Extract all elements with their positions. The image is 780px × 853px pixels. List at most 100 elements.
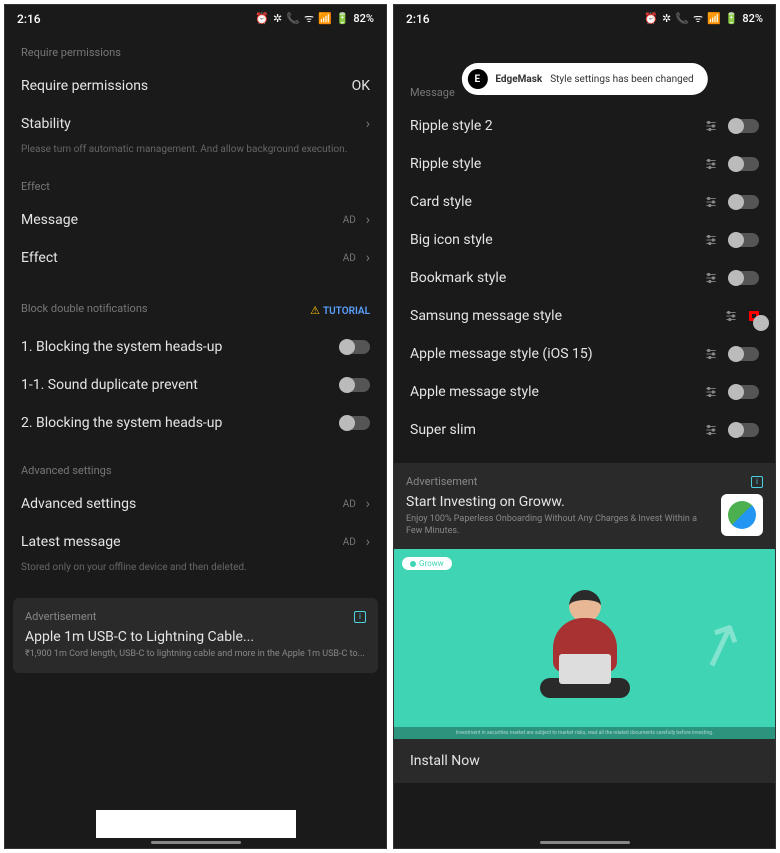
sliders-icon[interactable] bbox=[703, 270, 719, 286]
row-label: Advanced settings bbox=[21, 496, 136, 512]
install-button[interactable]: Install Now bbox=[394, 739, 775, 783]
signal-icon: 📶 bbox=[318, 12, 332, 25]
row-message[interactable]: Message AD › bbox=[5, 201, 386, 239]
ad-label: Advertisement bbox=[406, 475, 477, 488]
row-stability[interactable]: Stability › bbox=[5, 105, 386, 143]
bottom-white-bar bbox=[96, 810, 296, 838]
ad-disclaimer: Investment in securities market are subj… bbox=[394, 727, 775, 739]
section-permissions-label: Require permissions bbox=[5, 32, 386, 67]
style-row[interactable]: Apple message style (iOS 15) bbox=[394, 335, 775, 373]
ad-badge: AD bbox=[343, 253, 356, 264]
toggle[interactable] bbox=[729, 195, 759, 209]
row-label: 2. Blocking the system heads-up bbox=[21, 415, 222, 431]
sliders-icon[interactable] bbox=[703, 118, 719, 134]
style-row[interactable]: Super slim bbox=[394, 411, 775, 449]
toggle[interactable] bbox=[340, 378, 370, 392]
style-label: Super slim bbox=[410, 422, 476, 438]
style-label: Apple message style bbox=[410, 384, 539, 400]
ad-badge: AD bbox=[343, 537, 356, 548]
status-bar: 2:16 ⏰ ✲ 📞 ᯤ 📶 🔋 82% bbox=[5, 5, 386, 32]
sliders-icon[interactable] bbox=[703, 232, 719, 248]
row-effect[interactable]: Effect AD › bbox=[5, 239, 386, 277]
tutorial-link[interactable]: ⚠TUTORIAL bbox=[310, 299, 370, 318]
battery-pct: 82% bbox=[742, 12, 763, 25]
phone-right: 2:16 ⏰ ✲ 📞 ᯤ 📶 🔋 82% E EdgeMask Style se… bbox=[393, 4, 776, 849]
row-require-permissions[interactable]: Require permissions OK bbox=[5, 67, 386, 105]
row-label: Latest message bbox=[21, 534, 121, 550]
ad-app-icon bbox=[721, 494, 763, 536]
sliders-icon[interactable] bbox=[703, 346, 719, 362]
chevron-right-icon: › bbox=[366, 496, 370, 512]
style-row[interactable]: Ripple style 2 bbox=[394, 107, 775, 145]
style-label: Ripple style bbox=[410, 156, 481, 172]
row-block-2[interactable]: 2. Blocking the system heads-up bbox=[5, 404, 386, 442]
nav-handle[interactable] bbox=[540, 841, 630, 844]
sliders-icon[interactable] bbox=[723, 308, 739, 324]
row-latest-message[interactable]: Latest message AD › bbox=[5, 523, 386, 561]
phone-left: 2:16 ⏰ ✲ 📞 ᯤ 📶 🔋 82% Require permissions… bbox=[4, 4, 387, 849]
ad-title: Start Investing on Groww. bbox=[406, 494, 763, 510]
call-icon: 📞 bbox=[675, 12, 689, 25]
chevron-right-icon: › bbox=[366, 212, 370, 228]
toast: E EdgeMask Style settings has been chang… bbox=[461, 63, 707, 95]
hero-badge: Groww bbox=[402, 557, 452, 570]
ad-header: Advertisement i bbox=[25, 610, 366, 623]
status-bar: 2:16 ⏰ ✲ 📞 ᯤ 📶 🔋 82% bbox=[394, 5, 775, 32]
row-label: 1-1. Sound duplicate prevent bbox=[21, 377, 198, 393]
wifi-icon: ᯤ bbox=[304, 11, 314, 26]
row-block-1-1[interactable]: 1-1. Sound duplicate prevent bbox=[5, 366, 386, 404]
nav-handle[interactable] bbox=[151, 841, 241, 844]
toggle[interactable] bbox=[729, 271, 759, 285]
toggle[interactable] bbox=[729, 157, 759, 171]
toggle[interactable] bbox=[729, 385, 759, 399]
row-block-1[interactable]: 1. Blocking the system heads-up bbox=[5, 328, 386, 366]
toggle[interactable] bbox=[729, 119, 759, 133]
style-label: Big icon style bbox=[410, 232, 493, 248]
row-label: Effect bbox=[21, 250, 58, 266]
alarm-icon: ⏰ bbox=[255, 12, 269, 25]
call-icon: 📞 bbox=[286, 12, 300, 25]
ad-subtitle: ₹1,900 1m Cord length, USB-C to lightnin… bbox=[25, 649, 366, 661]
ok-value: OK bbox=[352, 78, 370, 94]
style-row[interactable]: Card style bbox=[394, 183, 775, 221]
toggle[interactable] bbox=[729, 233, 759, 247]
ad-badge: AD bbox=[343, 499, 356, 510]
status-time: 2:16 bbox=[406, 12, 430, 26]
status-icons: ⏰ ✲ 📞 ᯤ 📶 🔋 82% bbox=[644, 11, 763, 26]
section-effect-label: Effect bbox=[5, 166, 386, 201]
style-row[interactable]: Apple message style bbox=[394, 373, 775, 411]
arrow-icon: ↗ bbox=[684, 602, 756, 686]
ad-card[interactable]: Advertisement i Apple 1m USB-C to Lightn… bbox=[13, 598, 378, 673]
highlight-box bbox=[749, 311, 759, 321]
chevron-right-icon: › bbox=[366, 534, 370, 550]
bluetooth-icon: ✲ bbox=[662, 12, 671, 25]
ad-info-icon[interactable]: i bbox=[354, 611, 366, 623]
style-row[interactable]: Ripple style bbox=[394, 145, 775, 183]
battery-icon: 🔋 bbox=[725, 12, 739, 25]
section-advanced-label: Advanced settings bbox=[5, 442, 386, 485]
sliders-icon[interactable] bbox=[703, 194, 719, 210]
ad-card[interactable]: Advertisement i Start Investing on Groww… bbox=[394, 463, 775, 549]
chevron-right-icon: › bbox=[366, 116, 370, 132]
styles-content: Message Ripple style 2Ripple styleCard s… bbox=[394, 32, 775, 848]
toggle[interactable] bbox=[729, 423, 759, 437]
style-label: Card style bbox=[410, 194, 472, 210]
row-label: 1. Blocking the system heads-up bbox=[21, 339, 222, 355]
toggle[interactable] bbox=[729, 347, 759, 361]
style-row[interactable]: Big icon style bbox=[394, 221, 775, 259]
toast-app: EdgeMask bbox=[495, 74, 542, 85]
ad-info-icon[interactable]: i bbox=[751, 476, 763, 488]
sliders-icon[interactable] bbox=[703, 422, 719, 438]
toggle[interactable] bbox=[340, 416, 370, 430]
toast-message: Style settings has been changed bbox=[550, 74, 693, 85]
style-label: Apple message style (iOS 15) bbox=[410, 346, 593, 362]
latest-note: Stored only on your offline device and t… bbox=[5, 561, 386, 584]
toast-badge: E bbox=[467, 69, 487, 89]
style-row[interactable]: Bookmark style bbox=[394, 259, 775, 297]
toggle[interactable] bbox=[340, 340, 370, 354]
sliders-icon[interactable] bbox=[703, 384, 719, 400]
row-advanced-settings[interactable]: Advanced settings AD › bbox=[5, 485, 386, 523]
ad-hero[interactable]: Groww ↗ Investment in securities market … bbox=[394, 549, 775, 739]
sliders-icon[interactable] bbox=[703, 156, 719, 172]
style-row[interactable]: Samsung message style bbox=[394, 297, 775, 335]
